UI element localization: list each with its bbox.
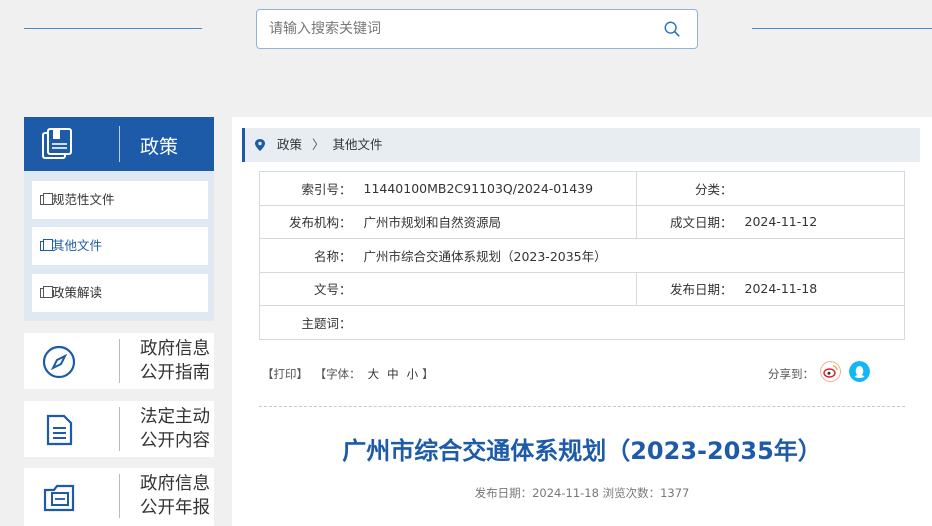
meta-value: 11440100MB2C91103Q/2024-01439 bbox=[357, 171, 637, 206]
header-line-right bbox=[752, 28, 932, 29]
location-pin-icon bbox=[255, 139, 265, 151]
table-row: 文号： 发布日期： 2024-11-18 bbox=[259, 271, 905, 306]
document-icon bbox=[46, 414, 73, 446]
article-info: 发布日期：2024-11-18 浏览次数：1377 bbox=[474, 486, 690, 500]
book-icon bbox=[42, 128, 72, 159]
header-line-left bbox=[24, 28, 202, 29]
document-icon bbox=[40, 193, 53, 205]
meta-label: 发布机构： bbox=[259, 204, 358, 239]
table-row: 索引号： 11440100MB2C91103Q/2024-01439 分类： bbox=[259, 171, 905, 206]
card-label: 法定主动 公开内容 bbox=[140, 405, 214, 453]
table-row: 发布机构： 广州市规划和自然资源局 成文日期： 2024-11-12 bbox=[259, 204, 905, 239]
breadcrumb-current[interactable]: 其他文件 bbox=[333, 137, 383, 152]
meta-label: 成文日期： bbox=[636, 204, 739, 239]
main-content: 政策〉其他文件 索引号： 11440100MB2C91103Q/2024-014… bbox=[232, 117, 932, 526]
breadcrumb: 政策〉其他文件 bbox=[242, 128, 920, 162]
header-divider bbox=[119, 126, 120, 162]
weibo-icon[interactable] bbox=[820, 361, 841, 382]
card-label: 政府信息 公开年报 bbox=[140, 472, 214, 520]
meta-label: 文号： bbox=[259, 271, 358, 306]
table-row: 名称： 广州市综合交通体系规划（2023-2035年） bbox=[259, 238, 905, 273]
meta-label: 名称： bbox=[259, 238, 358, 273]
card-divider bbox=[119, 474, 120, 518]
share-label: 分享到： bbox=[768, 367, 814, 381]
meta-value bbox=[357, 271, 637, 306]
sidebar-title: 政策 bbox=[140, 136, 179, 158]
card-label-line2: 公开内容 bbox=[140, 431, 210, 451]
article-title: 广州市综合交通体系规划（2023-2035年） bbox=[342, 437, 822, 465]
meta-label: 索引号： bbox=[259, 171, 358, 206]
card-label-line1: 法定主动 bbox=[140, 407, 210, 427]
sidebar-card-annual[interactable]: 政府信息 公开年报 bbox=[24, 468, 214, 526]
sidebar-item-normative[interactable]: 规范性文件 bbox=[32, 181, 208, 219]
qq-icon[interactable] bbox=[849, 361, 870, 382]
meta-value bbox=[357, 305, 905, 340]
sidebar-card-content[interactable]: 法定主动 公开内容 bbox=[24, 401, 214, 457]
meta-value: 广州市规划和自然资源局 bbox=[357, 204, 637, 239]
card-label-line2: 公开年报 bbox=[140, 498, 210, 518]
table-row: 主题词： bbox=[259, 305, 905, 340]
card-label-line1: 政府信息 bbox=[140, 339, 210, 359]
sidebar-header: 政策 bbox=[24, 117, 214, 171]
card-divider bbox=[119, 407, 120, 451]
card-divider bbox=[119, 339, 120, 383]
meta-label: 发布日期： bbox=[636, 271, 739, 306]
meta-label: 主题词： bbox=[259, 305, 358, 340]
article-tools: 【打印】 【字体： 大中小】 bbox=[262, 366, 437, 382]
sidebar-item-label: 其他文件 bbox=[52, 238, 103, 253]
meta-value bbox=[738, 171, 905, 206]
font-size-suffix: 】 bbox=[422, 367, 434, 381]
card-label: 政府信息 公开指南 bbox=[140, 337, 214, 385]
meta-label: 分类： bbox=[636, 171, 739, 206]
card-label-line2: 公开指南 bbox=[140, 363, 210, 383]
print-button[interactable]: 【打印】 bbox=[262, 367, 308, 381]
breadcrumb-root[interactable]: 政策 bbox=[277, 137, 302, 152]
meta-value: 广州市综合交通体系规划（2023-2035年） bbox=[357, 238, 905, 273]
document-icon bbox=[40, 239, 53, 251]
sidebar-card-guide[interactable]: 政府信息 公开指南 bbox=[24, 333, 214, 389]
divider bbox=[259, 406, 905, 407]
search-input[interactable] bbox=[257, 10, 637, 48]
sidebar-item-other[interactable]: 其他文件 bbox=[32, 227, 208, 265]
meta-value: 2024-11-18 bbox=[738, 271, 905, 306]
font-size-prefix: 【字体： bbox=[314, 367, 361, 381]
search-box bbox=[256, 9, 698, 49]
search-icon[interactable] bbox=[663, 20, 681, 38]
sidebar-item-interpretation[interactable]: 政策解读 bbox=[32, 274, 208, 312]
breadcrumb-separator: 〉 bbox=[312, 137, 325, 152]
folder-icon bbox=[43, 484, 75, 512]
document-icon bbox=[40, 286, 53, 298]
font-medium-button[interactable]: 中 bbox=[387, 367, 399, 381]
meta-value: 2024-11-12 bbox=[738, 204, 905, 239]
sidebar-submenu: 规范性文件 其他文件 政策解读 bbox=[24, 171, 214, 321]
sidebar-item-label: 规范性文件 bbox=[52, 192, 115, 207]
font-large-button[interactable]: 大 bbox=[368, 367, 380, 381]
compass-icon bbox=[42, 345, 76, 379]
font-small-button[interactable]: 小 bbox=[407, 367, 419, 381]
card-label-line1: 政府信息 bbox=[140, 474, 210, 494]
sidebar-item-label: 政策解读 bbox=[52, 285, 103, 300]
document-meta-table: 索引号： 11440100MB2C91103Q/2024-01439 分类： 发… bbox=[259, 171, 905, 340]
